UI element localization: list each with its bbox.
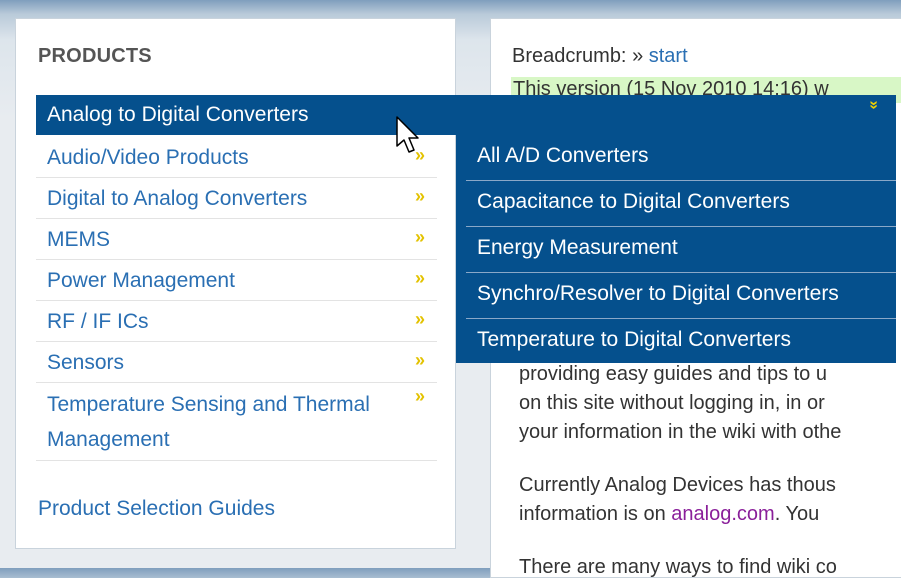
- paragraph-line: Currently Analog Devices has thous: [519, 474, 836, 496]
- paragraph-text: . You: [774, 503, 820, 525]
- chevron-right-icon: »: [414, 227, 425, 247]
- menu-item-rf-if[interactable]: RF / IF ICs »: [36, 301, 437, 342]
- paragraph-line: your information in the wiki with othe: [519, 421, 842, 443]
- menu-item-digital-to-analog[interactable]: Digital to Analog Converters »: [36, 178, 437, 219]
- menu-item-label: Management: [47, 428, 170, 451]
- chevron-right-icon: »: [414, 268, 425, 288]
- menu-item-label: Sensors: [47, 351, 125, 374]
- menu-item-label: Analog to Digital Converters: [47, 103, 309, 126]
- mouse-cursor-icon: [396, 116, 419, 153]
- chevron-right-icon: »: [414, 186, 425, 206]
- breadcrumb-label: Breadcrumb:: [512, 45, 633, 67]
- product-selection-guides-link[interactable]: Product Selection Guides: [38, 497, 275, 521]
- menu-item-power-management[interactable]: Power Management »: [36, 260, 437, 301]
- menu-item-audio-video[interactable]: Audio/Video Products »: [36, 137, 437, 178]
- products-menu: Audio/Video Products » Digital to Analog…: [36, 96, 437, 461]
- paragraph-line: There are many ways to find wiki co: [519, 556, 837, 578]
- submenu-item[interactable]: Energy Measurement: [466, 227, 896, 273]
- breadcrumb: Breadcrumb: » start: [512, 45, 688, 68]
- submenu-flyout: All A/D Converters Capacitance to Digita…: [456, 135, 896, 363]
- submenu-item[interactable]: Synchro/Resolver to Digital Converters: [466, 273, 896, 319]
- menu-item-label: MEMS: [47, 228, 110, 251]
- menu-item-sensors[interactable]: Sensors »: [36, 342, 437, 383]
- menu-item-label: Audio/Video Products: [47, 146, 249, 169]
- paragraph-line: information is on analog.com. You: [519, 503, 819, 526]
- paragraph-line: providing easy guides and tips to u: [519, 363, 827, 385]
- paragraph-text: information is on: [519, 503, 672, 525]
- submenu-item[interactable]: Temperature to Digital Converters: [466, 319, 896, 365]
- menu-item-label: Power Management: [47, 269, 235, 292]
- chevron-right-icon: »: [414, 350, 425, 370]
- menu-item-label: RF / IF ICs: [47, 310, 149, 333]
- analog-com-link[interactable]: analog.com: [671, 503, 774, 525]
- menu-item-mems[interactable]: MEMS »: [36, 219, 437, 260]
- menu-item-label: Temperature Sensing and Thermal: [47, 393, 370, 416]
- paragraph-line: on this site without logging in, in or: [519, 392, 825, 414]
- breadcrumb-separator: »: [632, 45, 649, 67]
- chevron-right-icon: »: [414, 309, 425, 329]
- chevron-down-glyph: »: [865, 100, 883, 110]
- chevron-down-icon: »: [865, 98, 883, 112]
- breadcrumb-start-link[interactable]: start: [649, 45, 688, 67]
- submenu-item[interactable]: All A/D Converters: [466, 135, 896, 181]
- menu-item-temperature-sensing[interactable]: Temperature Sensing and Thermal Manageme…: [36, 383, 437, 461]
- menu-item-active-analog-to-digital[interactable]: Analog to Digital Converters »: [36, 95, 896, 135]
- products-heading: PRODUCTS: [38, 45, 152, 67]
- chevron-right-icon: »: [414, 386, 425, 406]
- submenu-item[interactable]: Capacitance to Digital Converters: [466, 181, 896, 227]
- menu-item-label: Digital to Analog Converters: [47, 187, 308, 210]
